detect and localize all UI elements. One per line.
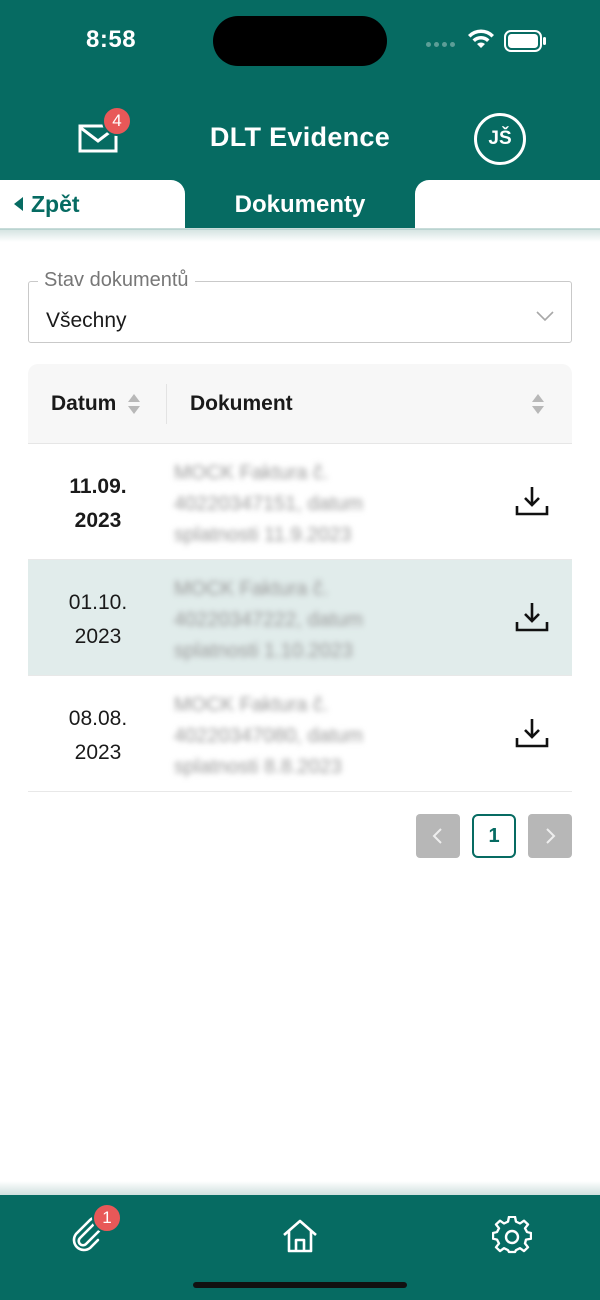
row-document-name: MOCK Faktura č. 40220347151, datum splat… (174, 458, 444, 551)
column-header-dokument[interactable]: Dokument (190, 392, 293, 416)
wifi-icon (468, 29, 494, 48)
row-doc-line: splatnosti 8.8.2023 (174, 756, 342, 778)
chevron-left-icon (432, 828, 442, 844)
user-avatar[interactable]: JŠ (474, 113, 526, 165)
table-row[interactable]: 11.09. 2023 MOCK Faktura č. 40220347151,… (28, 444, 572, 560)
row-date: 01.10. 2023 (28, 586, 168, 654)
row-date-year: 2023 (74, 741, 122, 764)
row-document-name: MOCK Faktura č. 40220347222, datum splat… (174, 574, 444, 667)
row-doc-line: splatnosti 11.9.2023 (174, 524, 352, 546)
row-doc-line: splatnosti 1.10.2023 (174, 640, 354, 662)
row-date-day: 01.10. (68, 591, 128, 614)
bottom-shadow (0, 1181, 600, 1195)
pagination: 1 (416, 814, 572, 858)
sort-icon[interactable] (127, 392, 141, 416)
table-row[interactable]: 08.08. 2023 MOCK Faktura č. 40220347080,… (28, 676, 572, 792)
sort-icon[interactable] (531, 392, 545, 416)
status-time: 8:58 (86, 26, 137, 53)
row-doc-line: MOCK Faktura č. (174, 694, 329, 716)
attach-badge: 1 (92, 1203, 122, 1233)
row-doc-line: 40220347151, datum (174, 493, 364, 515)
nav-tabs: Zpět Dokumenty (0, 180, 600, 230)
row-date-day: 11.09. (69, 475, 127, 498)
back-arrow-icon (14, 197, 23, 211)
back-label: Zpět (31, 190, 80, 217)
header-shadow (0, 228, 600, 242)
status-select-value: Všechny (46, 309, 127, 332)
row-doc-line: 40220347222, datum (174, 609, 364, 631)
battery-icon (504, 30, 546, 52)
column-divider (166, 384, 167, 424)
back-button[interactable]: Zpět (0, 180, 185, 228)
prev-page-button[interactable] (416, 814, 460, 858)
dynamic-island (213, 16, 387, 66)
status-select-label: Stav dokumentů (38, 269, 195, 292)
next-page-button[interactable] (528, 814, 572, 858)
status-bar: 8:58 (0, 0, 600, 84)
home-icon[interactable] (280, 1216, 320, 1256)
row-date: 08.08. 2023 (28, 702, 168, 770)
nav-spacer (415, 180, 600, 228)
tab-dokumenty[interactable]: Dokumenty (185, 180, 415, 228)
download-icon[interactable] (514, 716, 550, 750)
row-doc-line: MOCK Faktura č. (174, 578, 329, 600)
documents-table: Datum Dokument 11.09. 2023 MOCK Faktura … (28, 364, 572, 792)
chevron-down-icon (536, 311, 554, 322)
row-date: 11.09. 2023 (28, 470, 168, 538)
home-indicator (193, 1282, 407, 1288)
chevron-right-icon (546, 828, 556, 844)
page-number-button[interactable]: 1 (472, 814, 516, 858)
cellular-signal-icon (426, 40, 460, 48)
row-doc-line: 40220347080, datum (174, 725, 364, 747)
row-document-name: MOCK Faktura č. 40220347080, datum splat… (174, 690, 444, 783)
gear-icon[interactable] (492, 1216, 532, 1256)
row-doc-line: MOCK Faktura č. (174, 462, 329, 484)
download-icon[interactable] (514, 484, 550, 518)
column-header-datum[interactable]: Datum (51, 392, 116, 416)
row-date-day: 08.08. (68, 707, 128, 730)
table-row[interactable]: 01.10. 2023 MOCK Faktura č. 40220347222,… (28, 560, 572, 676)
download-icon[interactable] (514, 600, 550, 634)
row-date-year: 2023 (74, 625, 122, 648)
row-date-year: 2023 (74, 509, 122, 532)
table-header: Datum Dokument (28, 364, 572, 444)
